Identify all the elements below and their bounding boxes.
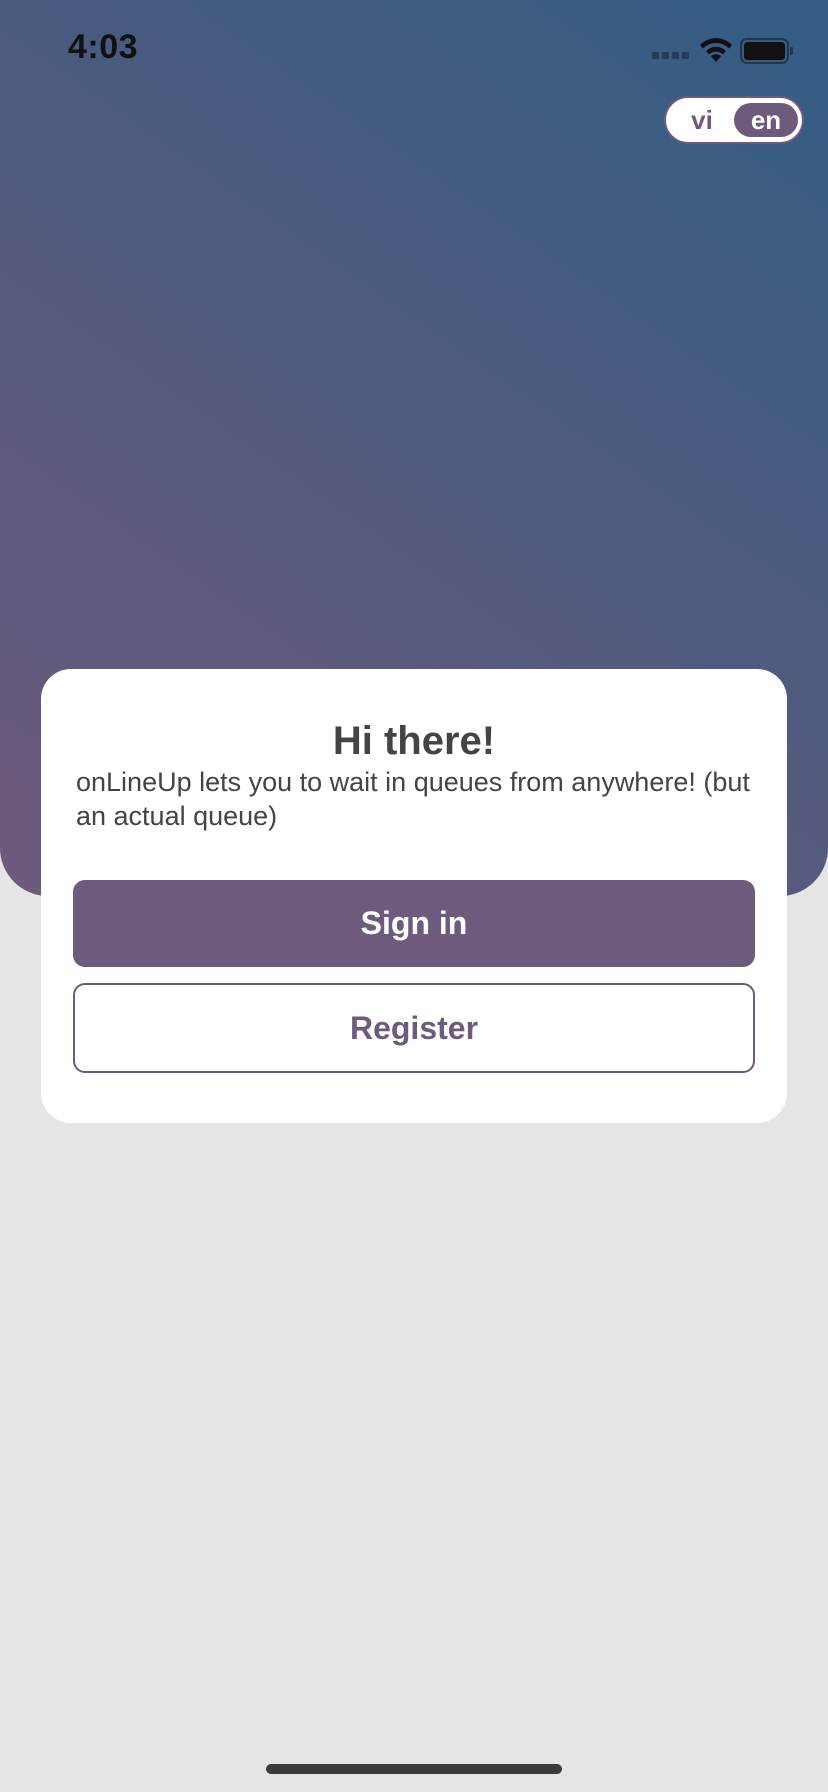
status-time: 4:03 xyxy=(68,28,139,66)
welcome-card: Hi there! onLineUp lets you to wait in q… xyxy=(41,669,787,1123)
welcome-screen: 4:03 vi en Hi there! onLineUp lets you t… xyxy=(0,0,828,1792)
language-option-en[interactable]: en xyxy=(734,103,798,137)
wifi-icon xyxy=(700,38,732,62)
home-indicator xyxy=(266,1764,562,1774)
register-button[interactable]: Register xyxy=(73,983,755,1073)
language-toggle: vi en xyxy=(664,96,804,144)
card-title: Hi there! xyxy=(332,719,496,763)
status-bar: 4:03 xyxy=(0,0,828,100)
cellular-signal-icon xyxy=(652,52,690,60)
battery-icon xyxy=(740,38,793,64)
sign-in-button[interactable]: Sign in xyxy=(73,880,755,967)
language-option-vi[interactable]: vi xyxy=(670,103,734,137)
card-subtitle: onLineUp lets you to wait in queues from… xyxy=(76,767,750,831)
